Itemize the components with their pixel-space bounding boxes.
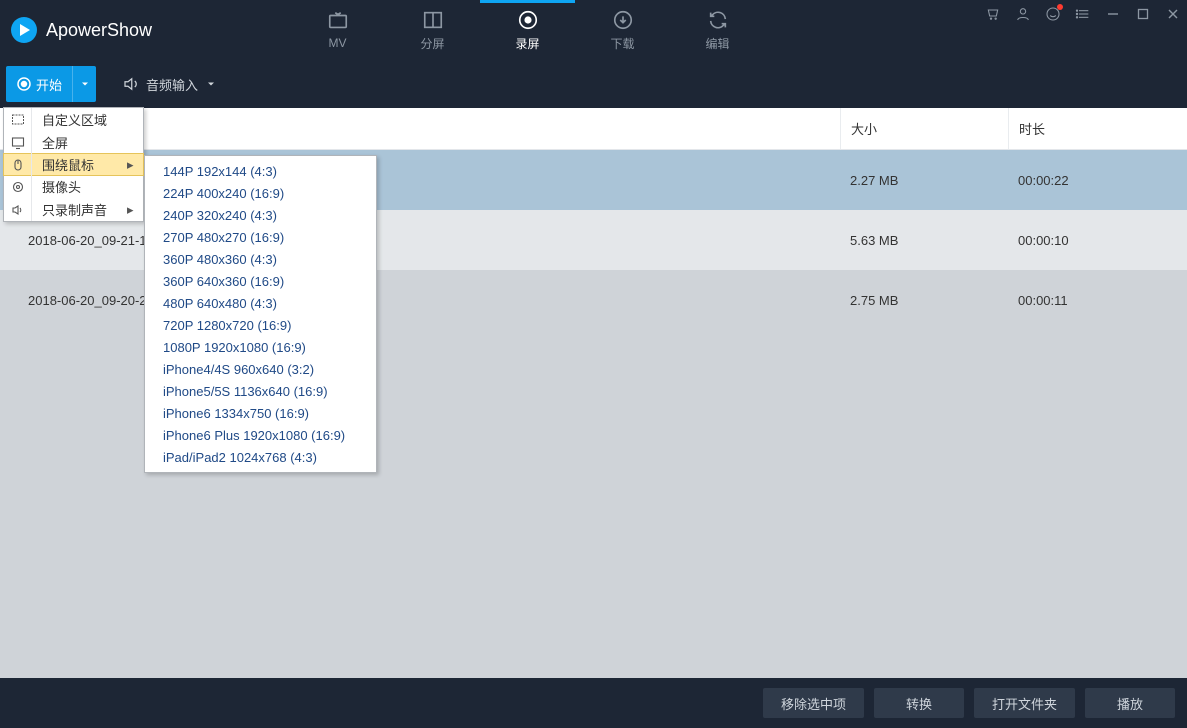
toolbar: 开始 音频输入 bbox=[0, 60, 1187, 108]
nav-tabs: MV 分屏 录屏 下载 编辑 bbox=[290, 0, 765, 60]
column-size[interactable]: 大小 bbox=[840, 108, 1008, 149]
tab-mv[interactable]: MV bbox=[290, 0, 385, 60]
resolution-option[interactable]: 224P 400x240 (16:9) bbox=[145, 182, 376, 204]
monitor-icon bbox=[4, 131, 32, 154]
play-button[interactable]: 播放 bbox=[1085, 688, 1175, 718]
tv-icon bbox=[327, 10, 349, 32]
menu-item-fullscreen[interactable]: 全屏 bbox=[4, 131, 143, 154]
menu-item-audio-only[interactable]: 只录制声音 ▸ bbox=[4, 198, 143, 221]
audio-icon bbox=[4, 198, 32, 221]
mouse-icon bbox=[4, 154, 32, 175]
start-dropdown-button[interactable] bbox=[72, 66, 96, 102]
menu-item-camera[interactable]: 摄像头 bbox=[4, 175, 143, 198]
audio-input-selector[interactable]: 音频输入 bbox=[122, 75, 222, 94]
split-icon bbox=[422, 9, 444, 31]
resolution-option[interactable]: iPhone5/5S 1136x640 (16:9) bbox=[145, 380, 376, 402]
app-name: ApowerShow bbox=[46, 20, 152, 41]
window-controls bbox=[985, 6, 1181, 22]
resolution-option[interactable]: iPhone4/4S 960x640 (3:2) bbox=[145, 358, 376, 380]
menu-icon[interactable] bbox=[1075, 6, 1091, 22]
resolution-option[interactable]: iPhone6 1334x750 (16:9) bbox=[145, 402, 376, 424]
column-duration[interactable]: 时长 bbox=[1008, 108, 1187, 149]
resolution-option[interactable]: 144P 192x144 (4:3) bbox=[145, 160, 376, 182]
support-icon[interactable] bbox=[1045, 6, 1061, 22]
resolution-option[interactable]: 1080P 1920x1080 (16:9) bbox=[145, 336, 376, 358]
download-icon bbox=[612, 9, 634, 31]
refresh-icon bbox=[707, 9, 729, 31]
resolution-option[interactable]: iPhone6 Plus 1920x1080 (16:9) bbox=[145, 424, 376, 446]
resolution-option[interactable]: 240P 320x240 (4:3) bbox=[145, 204, 376, 226]
footer: 移除选中项 转换 打开文件夹 播放 bbox=[0, 678, 1187, 728]
region-icon bbox=[4, 108, 32, 131]
maximize-button[interactable] bbox=[1135, 6, 1151, 22]
chevron-down-icon bbox=[206, 79, 216, 89]
resolution-option[interactable]: 720P 1280x720 (16:9) bbox=[145, 314, 376, 336]
open-folder-button[interactable]: 打开文件夹 bbox=[974, 688, 1075, 718]
resolution-option[interactable]: 480P 640x480 (4:3) bbox=[145, 292, 376, 314]
resolution-submenu: 144P 192x144 (4:3) 224P 400x240 (16:9) 2… bbox=[144, 155, 377, 473]
tab-record[interactable]: 录屏 bbox=[480, 0, 575, 60]
logo-area: ApowerShow bbox=[0, 16, 290, 44]
start-button[interactable]: 开始 bbox=[6, 66, 72, 102]
app-logo-icon bbox=[10, 16, 38, 44]
cart-icon[interactable] bbox=[985, 6, 1001, 22]
resolution-option[interactable]: 270P 480x270 (16:9) bbox=[145, 226, 376, 248]
tab-split[interactable]: 分屏 bbox=[385, 0, 480, 60]
resolution-option[interactable]: iPad/iPad2 1024x768 (4:3) bbox=[145, 446, 376, 468]
user-icon[interactable] bbox=[1015, 6, 1031, 22]
title-bar: ApowerShow MV 分屏 录屏 下载 编辑 bbox=[0, 0, 1187, 60]
menu-item-around-mouse[interactable]: 围绕鼠标 ▸ bbox=[3, 153, 144, 176]
close-button[interactable] bbox=[1165, 6, 1181, 22]
tab-edit[interactable]: 编辑 bbox=[670, 0, 765, 60]
submenu-arrow-icon: ▸ bbox=[127, 157, 143, 173]
resolution-option[interactable]: 360P 640x360 (16:9) bbox=[145, 270, 376, 292]
minimize-button[interactable] bbox=[1105, 6, 1121, 22]
resolution-option[interactable]: 360P 480x360 (4:3) bbox=[145, 248, 376, 270]
remove-selected-button[interactable]: 移除选中项 bbox=[763, 688, 864, 718]
table-header: 大小 时长 bbox=[0, 108, 1187, 150]
convert-button[interactable]: 转换 bbox=[874, 688, 964, 718]
start-button-group: 开始 bbox=[6, 66, 96, 102]
record-icon bbox=[517, 9, 539, 31]
menu-item-custom-region[interactable]: 自定义区域 bbox=[4, 108, 143, 131]
submenu-arrow-icon: ▸ bbox=[127, 202, 143, 218]
record-mode-menu: 自定义区域 全屏 围绕鼠标 ▸ 摄像头 只录制声音 ▸ bbox=[3, 107, 144, 222]
camera-icon bbox=[4, 175, 32, 198]
speaker-icon bbox=[122, 75, 140, 93]
tab-download[interactable]: 下载 bbox=[575, 0, 670, 60]
content-area: 大小 时长 2.27 MB 00:00:22 2018-06-20_09-21-… bbox=[0, 108, 1187, 678]
